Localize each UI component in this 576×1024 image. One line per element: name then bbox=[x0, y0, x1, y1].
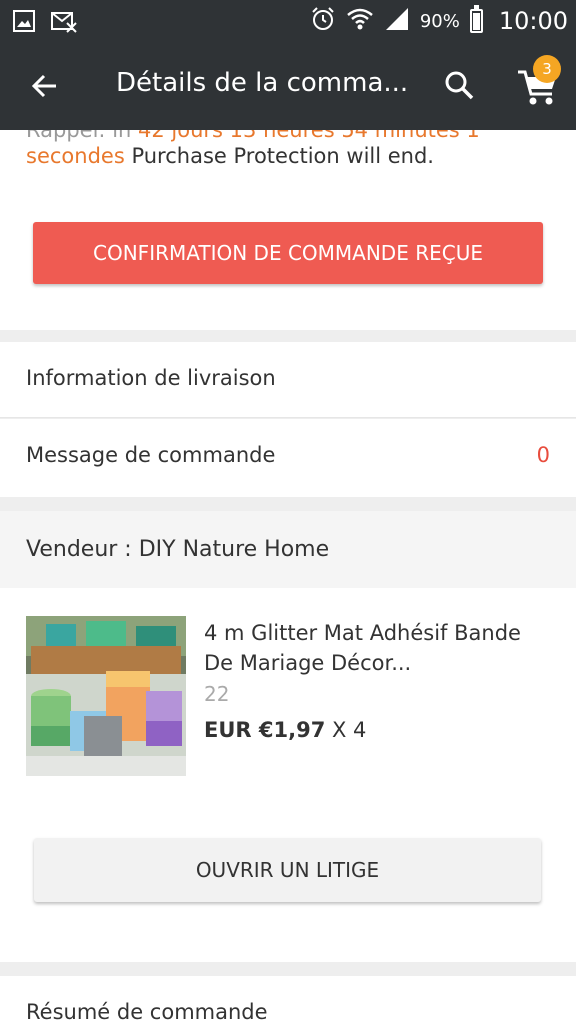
back-arrow-icon bbox=[31, 74, 56, 98]
back-button[interactable] bbox=[26, 66, 66, 106]
product-variant: 22 bbox=[204, 682, 230, 706]
order-message-count: 0 bbox=[536, 443, 550, 467]
order-summary-label: Résumé de commande bbox=[26, 1000, 268, 1024]
wifi-icon bbox=[346, 6, 374, 36]
protection-end-text: Purchase Protection will end. bbox=[124, 144, 434, 168]
battery-percent: 90% bbox=[419, 10, 460, 32]
order-summary-row[interactable]: Résumé de commande bbox=[0, 976, 576, 1024]
seller-row[interactable]: Vendeur : DIY Nature Home bbox=[0, 511, 576, 588]
countdown-seconds: secondes bbox=[26, 144, 125, 168]
quantity-value: X 4 bbox=[325, 718, 367, 742]
cart-count-badge: 3 bbox=[533, 55, 561, 83]
product-section: 4 m Glitter Mat Adhésif Bande De Mariage… bbox=[0, 588, 576, 962]
clock-time: 10:00 bbox=[498, 7, 568, 35]
delivery-info-row[interactable]: Information de livraison bbox=[0, 342, 576, 418]
search-icon bbox=[445, 71, 474, 100]
reminder-prefix: Rappel: bbox=[26, 130, 106, 142]
product-image[interactable] bbox=[26, 616, 186, 776]
reminder-in: in bbox=[112, 130, 132, 142]
order-message-row[interactable]: Message de commande 0 bbox=[0, 419, 576, 497]
order-details-content[interactable]: Rappel: in 42 jours 13 heures 54 minutes… bbox=[0, 130, 576, 1024]
confirm-order-received-button[interactable]: CONFIRMATION DE COMMANDE REÇUE bbox=[33, 222, 543, 284]
gallery-icon bbox=[12, 9, 36, 37]
signal-icon bbox=[384, 6, 410, 36]
product-price: EUR €1,97 X 4 bbox=[204, 718, 366, 742]
page-title: Détails de la comma... bbox=[116, 68, 406, 98]
product-title[interactable]: 4 m Glitter Mat Adhésif Bande De Mariage… bbox=[204, 618, 554, 678]
app-bar: Détails de la comma... bbox=[0, 42, 576, 130]
open-dispute-button[interactable]: OUVRIR UN LITIGE bbox=[34, 838, 541, 902]
alarm-icon bbox=[310, 6, 336, 36]
order-message-label: Message de commande bbox=[26, 443, 276, 467]
reminder-countdown: 42 jours 13 heures 54 minutes 1 bbox=[138, 130, 480, 142]
search-button[interactable] bbox=[440, 66, 480, 106]
protection-section: Rappel: in 42 jours 13 heures 54 minutes… bbox=[0, 130, 576, 330]
mail-off-icon bbox=[50, 9, 78, 37]
protection-reminder-line: Rappel: in 42 jours 13 heures 54 minutes… bbox=[26, 130, 480, 142]
protection-end-line: secondes Purchase Protection will end. bbox=[26, 144, 434, 168]
seller-label: Vendeur : DIY Nature Home bbox=[26, 537, 330, 562]
battery-icon bbox=[469, 5, 483, 33]
delivery-info-label: Information de livraison bbox=[26, 366, 276, 390]
status-bar: 90% 10:00 bbox=[0, 0, 576, 42]
price-value: EUR €1,97 bbox=[204, 718, 326, 742]
